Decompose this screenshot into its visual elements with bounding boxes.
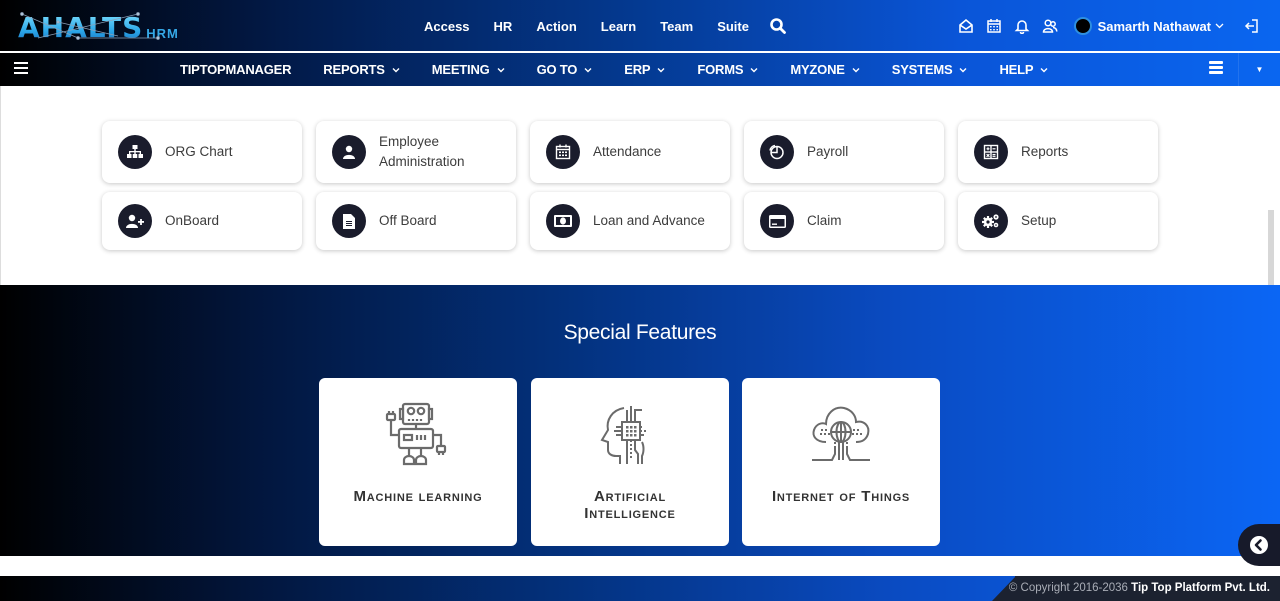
sidebar-toggle-hamburger-icon[interactable] [14, 62, 28, 76]
feature-card-internet-of-things[interactable]: Internet of Things [742, 378, 940, 546]
company-name: Tip Top Platform Pvt. Ltd. [1131, 582, 1270, 594]
top-nav-hr[interactable]: HR [482, 19, 525, 34]
calendar-icon[interactable] [984, 16, 1004, 36]
tile-label: Employee Administration [379, 134, 465, 169]
top-nav-suite[interactable]: Suite [705, 19, 761, 34]
tile-label: ORG Chart [165, 144, 233, 159]
user-plus-icon [118, 204, 152, 238]
pie-chart-icon [760, 135, 794, 169]
header-actions: Samarth Nathawat [952, 0, 1266, 52]
feature-card-machine-learning[interactable]: Machine learning [319, 378, 517, 546]
tile-label: Reports [1021, 144, 1069, 159]
user-icon [332, 135, 366, 169]
calculator-icon [974, 135, 1008, 169]
tile-setup[interactable]: Setup [958, 192, 1158, 250]
ai-head-chip-icon [531, 402, 729, 472]
menu-item-forms[interactable]: FORMS [681, 62, 774, 77]
menu-item-meeting[interactable]: MEETING [416, 62, 521, 77]
chevron-down-icon [1215, 21, 1224, 32]
tile-label: Payroll [807, 144, 849, 159]
logo-text: AHALTS [18, 11, 144, 44]
tile-label: OnBoard [165, 213, 220, 228]
tile-payroll[interactable]: Payroll [744, 121, 944, 183]
main-menu-bar: TIPTOPMANAGER REPORTS MEETING GO TO ERP … [0, 53, 1280, 86]
robot-icon [319, 402, 517, 472]
menu-item-tiptopmanager[interactable]: TIPTOPMANAGER [164, 62, 307, 77]
tile-label: Off Board [379, 213, 437, 228]
tile-loan-and-advance[interactable]: Loan and Advance [530, 192, 730, 250]
chevron-down-icon [750, 67, 758, 72]
avatar [1073, 17, 1092, 35]
users-icon[interactable] [1040, 16, 1060, 36]
chevron-down-icon [657, 67, 665, 72]
menu-item-reports[interactable]: REPORTS [307, 62, 415, 77]
chevron-down-icon [959, 67, 967, 72]
bell-icon[interactable] [1012, 16, 1032, 36]
chevron-down-icon [497, 67, 505, 72]
top-nav: Access HR Action Learn Team Suite [412, 0, 787, 52]
more-menu-hamburger-icon[interactable] [1209, 61, 1223, 77]
tile-claim[interactable]: Claim [744, 192, 944, 250]
search-icon[interactable] [769, 17, 787, 35]
calendar-icon [546, 135, 580, 169]
logo-subtext: HRM [146, 26, 179, 41]
tile-off-board[interactable]: Off Board [316, 192, 516, 250]
money-icon [546, 204, 580, 238]
user-menu[interactable]: Samarth Nathawat [1073, 17, 1224, 35]
inbox-icon[interactable] [956, 16, 976, 36]
tile-label: Claim [807, 213, 842, 228]
tile-onboard[interactable]: OnBoard [102, 192, 302, 250]
top-nav-team[interactable]: Team [648, 19, 705, 34]
menu-item-goto[interactable]: GO TO [521, 62, 609, 77]
footer: © Copyright 2016-2036 Tip Top Platform P… [0, 576, 1280, 601]
menu-item-erp[interactable]: ERP [608, 62, 681, 77]
cogs-icon [974, 204, 1008, 238]
chevron-down-icon [852, 67, 860, 72]
top-header: AHALTS HRM Access HR Action Learn Team S… [0, 0, 1280, 52]
footer-copyright-panel: © Copyright 2016-2036 Tip Top Platform P… [1009, 576, 1280, 601]
chevron-left-circle-icon [1250, 536, 1268, 554]
main-menu: TIPTOPMANAGER REPORTS MEETING GO TO ERP … [164, 53, 1064, 86]
tile-reports[interactable]: Reports [958, 121, 1158, 183]
chevron-down-icon [392, 67, 400, 72]
cloud-globe-icon [742, 402, 940, 472]
collapse-panel-button[interactable] [1238, 524, 1280, 566]
copyright-text: © Copyright 2016-2036 Tip Top Platform P… [1008, 582, 1270, 594]
tile-attendance[interactable]: Attendance [530, 121, 730, 183]
document-icon [332, 204, 366, 238]
special-features-section: Special Features Machine learning Artifi… [0, 285, 1280, 556]
top-nav-action[interactable]: Action [524, 19, 588, 34]
section-title: Special Features [563, 321, 717, 344]
tile-label: Loan and Advance [593, 213, 705, 228]
menu-item-help[interactable]: HELP [983, 62, 1064, 77]
module-tiles: ORG Chart Employee Administration Attend… [102, 121, 1158, 250]
caret-down-icon[interactable]: ▼ [1238, 53, 1280, 86]
menu-item-myzone[interactable]: MYZONE [774, 62, 875, 77]
top-nav-access[interactable]: Access [412, 19, 482, 34]
credit-card-icon [760, 204, 794, 238]
user-name: Samarth Nathawat [1097, 18, 1211, 34]
feature-title-line-1: Artificial [594, 488, 666, 505]
tile-label: Setup [1021, 213, 1057, 228]
feature-title-line-2: Intelligence [584, 505, 676, 522]
scrollbar[interactable] [1268, 210, 1274, 285]
org-chart-icon [118, 135, 152, 169]
feature-title: Internet of Things [771, 488, 911, 505]
tile-org-chart[interactable]: ORG Chart [102, 121, 302, 183]
feature-card-artificial-intelligence[interactable]: Artificial Intelligence [531, 378, 729, 546]
menu-item-systems[interactable]: SYSTEMS [876, 62, 984, 77]
top-nav-learn[interactable]: Learn [589, 19, 648, 34]
tile-label: Attendance [593, 144, 662, 159]
logout-icon[interactable] [1242, 16, 1262, 36]
app-logo[interactable]: AHALTS HRM [18, 8, 179, 44]
feature-title: Machine learning [353, 488, 483, 505]
chevron-down-icon [1040, 67, 1048, 72]
chevron-down-icon [584, 67, 592, 72]
tile-employee-administration[interactable]: Employee Administration [316, 121, 516, 183]
